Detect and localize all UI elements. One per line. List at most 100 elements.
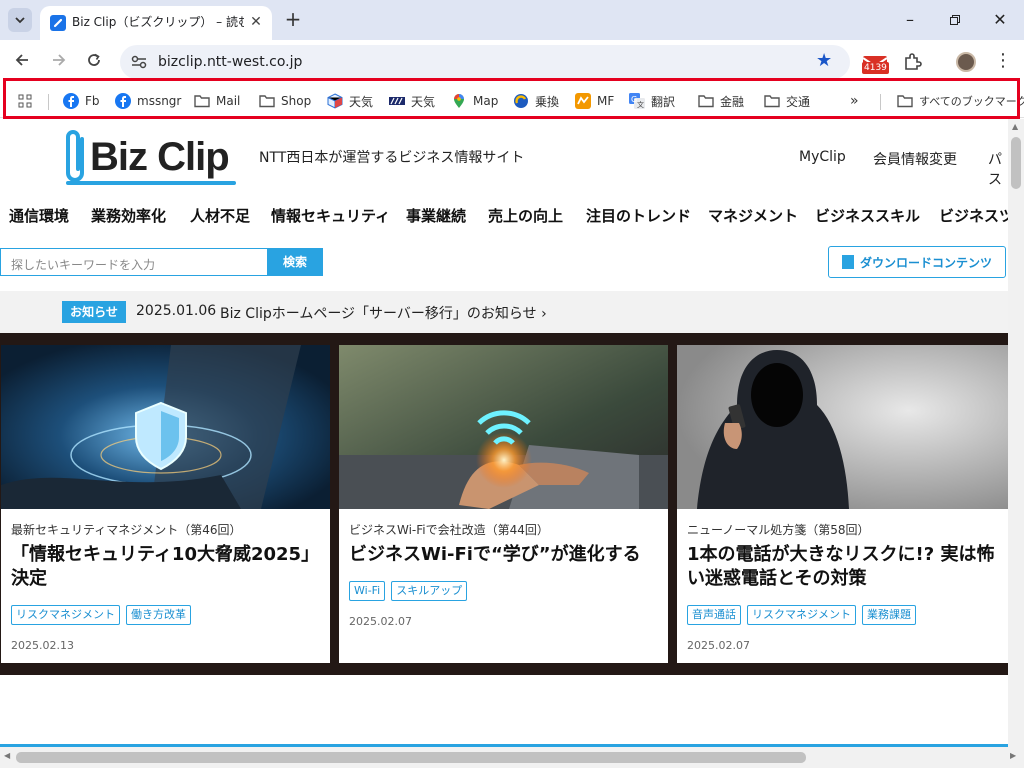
category-link[interactable]: マネジメント xyxy=(708,205,798,226)
news-link[interactable]: Biz Clipホームページ「サーバー移行」のお知らせ › xyxy=(220,303,547,323)
bizclip-favicon-icon xyxy=(50,15,66,31)
article-card[interactable]: ニューノーマル処方箋（第58回） 1本の電話が大きなリスクに!? 実は怖い迷惑電… xyxy=(677,345,1008,663)
site-info-icon[interactable] xyxy=(130,54,148,70)
more-bookmarks-button[interactable]: » xyxy=(850,92,859,110)
transit-icon xyxy=(513,93,529,109)
arrow-right-icon xyxy=(53,54,66,66)
news-label-badge: お知らせ xyxy=(62,301,126,323)
bookmark-translate[interactable]: G文 翻訳 xyxy=(629,92,675,110)
extensions-puzzle-icon[interactable] xyxy=(902,52,922,72)
active-tab[interactable]: Biz Clip（ビズクリップ） – 読む・知 ✕ xyxy=(40,6,272,40)
category-link[interactable]: 人材不足 xyxy=(190,205,250,226)
category-link[interactable]: 通信環境 xyxy=(9,205,69,226)
card-title[interactable]: ビジネスWi-Fiで“学び”が進化する xyxy=(349,543,660,567)
bookmark-mail[interactable]: Mail xyxy=(194,92,240,110)
apps-grid-button[interactable] xyxy=(17,92,39,110)
download-contents-button[interactable]: ダウンロードコンテンツ xyxy=(828,246,1006,278)
category-link[interactable]: 情報セキュリティ xyxy=(271,205,390,226)
tag[interactable]: リスクマネジメント xyxy=(11,605,120,625)
bizclip-logo[interactable]: Biz Clip xyxy=(62,129,242,185)
tag[interactable]: 音声通話 xyxy=(687,605,741,625)
card-date: 2025.02.13 xyxy=(11,639,74,652)
close-window-button[interactable]: ✕ xyxy=(985,8,1015,32)
bookmark-label: Mail xyxy=(216,94,241,108)
member-info-link[interactable]: 会員情報変更 xyxy=(873,149,957,169)
category-link[interactable]: 事業継続 xyxy=(406,205,466,226)
logo-text: Biz Clip xyxy=(90,135,230,179)
bookmark-label: 天気 xyxy=(411,94,436,109)
password-link[interactable]: パス xyxy=(988,149,1008,189)
vertical-scroll-thumb[interactable] xyxy=(1011,137,1021,189)
category-link[interactable]: ビジネススキル xyxy=(815,205,920,226)
all-bookmarks-button[interactable]: すべてのブックマーク xyxy=(897,92,1024,110)
bookmark-fb[interactable]: Fb xyxy=(63,92,100,110)
search-button[interactable]: 検索 xyxy=(267,248,323,276)
bookmark-shop[interactable]: Shop xyxy=(259,92,311,110)
tab-close-icon[interactable]: ✕ xyxy=(248,14,264,30)
bookmarks-bar: Fb mssngr Mail Shop 天気 天気 Map 乗換 MF G文 翻… xyxy=(0,84,1024,118)
bookmark-finance[interactable]: 金融 xyxy=(698,92,744,110)
mf-icon xyxy=(575,93,591,109)
scroll-right-arrow[interactable]: ▶ xyxy=(1010,751,1016,760)
bookmark-mssngr[interactable]: mssngr xyxy=(115,92,181,110)
folder-icon xyxy=(259,93,275,109)
category-link[interactable]: ビジネスツ xyxy=(939,205,1008,226)
bookmark-transit[interactable]: 乗換 xyxy=(513,92,559,110)
scroll-up-arrow[interactable]: ▲ xyxy=(1012,122,1018,131)
horizontal-scroll-thumb[interactable] xyxy=(16,752,806,763)
bookmark-label: 交通 xyxy=(786,94,811,109)
article-card[interactable]: ビジネスWi-Fiで会社改造（第44回） ビジネスWi-Fiで“学び”が進化する… xyxy=(339,345,668,663)
bookmark-label: Shop xyxy=(281,94,312,108)
category-link[interactable]: 注目のトレンド xyxy=(586,205,691,226)
address-bar[interactable]: bizclip.ntt-west.co.jp ★ xyxy=(120,45,850,79)
apps-grid-icon xyxy=(17,93,33,109)
bookmark-star-icon[interactable]: ★ xyxy=(816,51,832,71)
back-button[interactable] xyxy=(11,52,33,72)
bookmark-label: 翻訳 xyxy=(651,94,676,109)
bookmark-map[interactable]: Map xyxy=(451,92,498,110)
card-series: ニューノーマル処方箋（第58回） xyxy=(687,523,870,537)
bookmark-weather-2[interactable]: 天気 xyxy=(389,92,435,110)
card-title[interactable]: 1本の電話が大きなリスクに!? 実は怖い迷惑電話とその対策 xyxy=(687,543,1000,591)
browser-menu-icon[interactable]: ⋮ xyxy=(994,50,1012,72)
tab-search-button[interactable] xyxy=(8,8,32,32)
bookmark-label: Fb xyxy=(85,94,100,108)
bookmark-weather-1[interactable]: 天気 xyxy=(327,92,373,110)
profile-avatar[interactable] xyxy=(956,52,976,72)
web-page: Biz Clip NTT西日本が運営するビジネス情報サイト MyClip 会員情… xyxy=(0,119,1008,747)
category-link[interactable]: 業務効率化 xyxy=(91,205,166,226)
bookmark-mf[interactable]: MF xyxy=(575,92,614,110)
tag[interactable]: 働き方改革 xyxy=(126,605,191,625)
tag[interactable]: Wi-Fi xyxy=(349,581,386,601)
bookmark-label: 金融 xyxy=(720,94,745,109)
card-tags: リスクマネジメント 働き方改革 xyxy=(11,605,191,625)
url-text[interactable]: bizclip.ntt-west.co.jp xyxy=(158,54,302,70)
logo-underline xyxy=(66,181,236,185)
keyword-search-input[interactable]: 探したいキーワードを入力 xyxy=(0,248,267,276)
article-card[interactable]: 最新セキュリティマネジメント（第46回） 「情報セキュリティ10大脅威2025」… xyxy=(1,345,330,663)
card-title[interactable]: 「情報セキュリティ10大脅威2025」決定 xyxy=(11,543,322,591)
bookmark-label: 天気 xyxy=(349,94,374,109)
reload-button[interactable] xyxy=(83,52,105,72)
security-shield-image xyxy=(1,345,330,509)
tag[interactable]: 業務課題 xyxy=(862,605,916,625)
tag[interactable]: スキルアップ xyxy=(391,581,468,601)
myclip-link[interactable]: MyClip xyxy=(799,149,846,165)
restore-button[interactable] xyxy=(940,8,970,32)
new-tab-button[interactable]: + xyxy=(283,8,303,32)
vertical-scrollbar[interactable]: ▲ xyxy=(1008,119,1024,747)
horizontal-scrollbar[interactable]: ◀ ▶ xyxy=(0,747,1024,768)
bookmark-traffic[interactable]: 交通 xyxy=(764,92,810,110)
bookmark-label: 乗換 xyxy=(535,94,560,109)
category-link[interactable]: 売上の向上 xyxy=(488,205,563,226)
forward-button[interactable] xyxy=(48,52,70,72)
card-series: 最新セキュリティマネジメント（第46回） xyxy=(11,523,242,537)
news-date: 2025.01.06 xyxy=(136,303,217,319)
tag[interactable]: リスクマネジメント xyxy=(747,605,856,625)
minimize-button[interactable]: – xyxy=(895,8,925,32)
scroll-left-arrow[interactable]: ◀ xyxy=(4,751,10,760)
tab-title: Biz Clip（ビズクリップ） – 読む・知 xyxy=(72,15,244,29)
card-date: 2025.02.07 xyxy=(687,639,750,652)
paperclip-logo-icon xyxy=(66,130,84,182)
svg-text:文: 文 xyxy=(637,100,644,109)
